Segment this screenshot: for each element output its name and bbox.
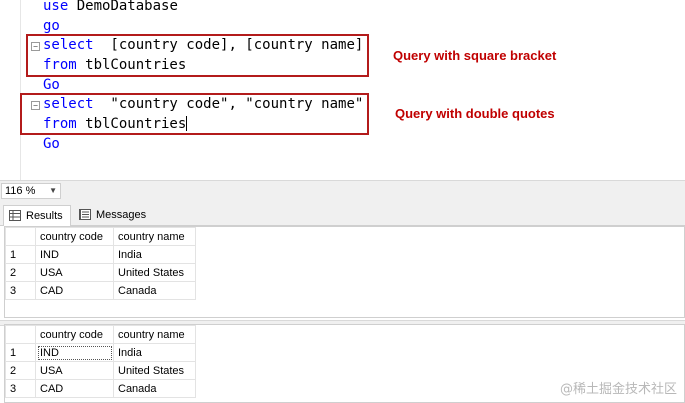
column-header[interactable]: country code xyxy=(35,227,114,246)
code-line-2[interactable]: go xyxy=(43,16,60,36)
tab-messages[interactable]: Messages xyxy=(74,205,152,226)
watermark: @稀土掘金技术社区 xyxy=(559,382,677,397)
results-pane: country code country name 1 IND India 2 … xyxy=(0,226,685,403)
row-number[interactable]: 2 xyxy=(5,361,36,380)
annotation-box-double xyxy=(20,93,369,135)
table-cell[interactable]: United States xyxy=(113,361,196,380)
query-editor[interactable]: use DemoDatabase go − select [country co… xyxy=(0,0,685,180)
table-cell[interactable]: CAD xyxy=(35,379,114,398)
table-cell[interactable]: IND xyxy=(35,245,114,264)
zoom-value: 116 % xyxy=(5,185,36,197)
selected-cell[interactable]: IND xyxy=(35,343,114,362)
tab-messages-label: Messages xyxy=(96,209,147,221)
table-row[interactable]: 1 IND India xyxy=(5,343,196,362)
column-header[interactable]: country name xyxy=(113,227,196,246)
zoom-dropdown[interactable]: 116 % ▼ xyxy=(1,183,61,199)
keyword: use xyxy=(43,0,69,14)
row-number[interactable]: 1 xyxy=(5,343,36,362)
keyword: Go xyxy=(43,136,60,152)
row-number[interactable]: 1 xyxy=(5,245,36,264)
chevron-down-icon[interactable]: ▼ xyxy=(49,184,57,198)
code-line-1[interactable]: use DemoDatabase xyxy=(43,0,178,16)
zoom-bar: 116 % ▼ xyxy=(0,180,685,202)
table-cell[interactable]: India xyxy=(113,245,196,264)
result-table-1: country code country name 1 IND India 2 … xyxy=(5,227,196,300)
header-row: country code country name xyxy=(5,325,196,344)
table-row[interactable]: 3 CAD Canada xyxy=(5,379,196,398)
table-cell[interactable]: CAD xyxy=(35,281,114,300)
code-text: DemoDatabase xyxy=(68,0,178,14)
table-cell[interactable]: Canada xyxy=(113,379,196,398)
table-row[interactable]: 2 USA United States xyxy=(5,361,196,380)
row-number-header[interactable] xyxy=(5,325,36,344)
code-line-8[interactable]: Go xyxy=(43,134,60,154)
table-cell[interactable]: USA xyxy=(35,263,114,282)
annotation-box-square xyxy=(26,34,369,77)
tab-results[interactable]: Results xyxy=(3,205,71,226)
annotation-double-quotes: Query with double quotes xyxy=(395,106,555,121)
table-cell[interactable]: Canada xyxy=(113,281,196,300)
column-header[interactable]: country name xyxy=(113,325,196,344)
header-row: country code country name xyxy=(5,227,196,246)
tab-results-label: Results xyxy=(26,210,63,222)
table-cell[interactable]: USA xyxy=(35,361,114,380)
editor-gutter xyxy=(20,0,21,180)
table-cell[interactable]: United States xyxy=(113,263,196,282)
column-header[interactable]: country code xyxy=(35,325,114,344)
table-cell[interactable]: India xyxy=(113,343,196,362)
row-number[interactable]: 3 xyxy=(5,379,36,398)
code-line-5[interactable]: Go xyxy=(43,75,60,95)
table-row[interactable]: 1 IND India xyxy=(5,245,196,264)
result-grid-1[interactable]: country code country name 1 IND India 2 … xyxy=(4,226,685,318)
results-tabs: Results Messages xyxy=(0,202,685,226)
keyword: Go xyxy=(43,77,60,93)
keyword: go xyxy=(43,18,60,34)
messages-icon xyxy=(79,209,91,220)
annotation-square-bracket: Query with square bracket xyxy=(393,48,557,63)
row-number[interactable]: 3 xyxy=(5,281,36,300)
row-number[interactable]: 2 xyxy=(5,263,36,282)
table-row[interactable]: 3 CAD Canada xyxy=(5,281,196,300)
grid-icon xyxy=(9,210,21,221)
row-number-header[interactable] xyxy=(5,227,36,246)
result-table-2: country code country name 1 IND India 2 … xyxy=(5,325,196,398)
table-row[interactable]: 2 USA United States xyxy=(5,263,196,282)
